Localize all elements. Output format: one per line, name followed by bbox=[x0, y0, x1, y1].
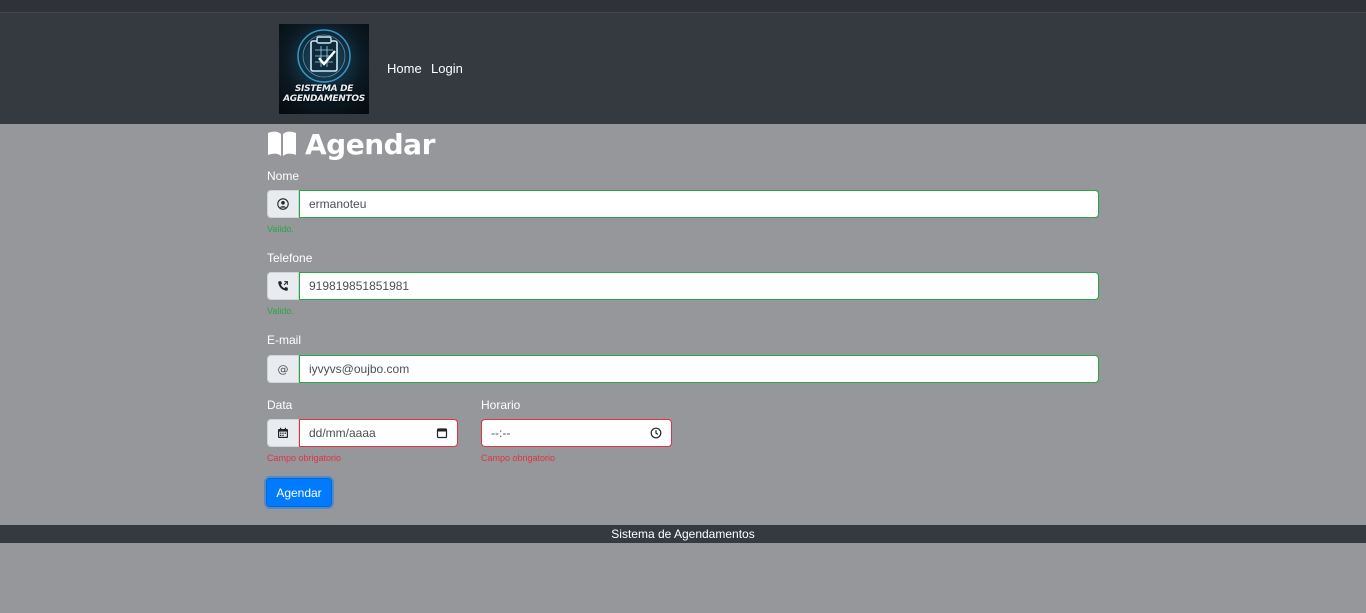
nav-link-home[interactable]: Home bbox=[387, 61, 422, 76]
data-input[interactable]: dd/mm/aaaa bbox=[299, 419, 458, 447]
horario-invalid-feedback: Campo obrigatorio bbox=[481, 453, 556, 463]
nome-label: Nome bbox=[267, 169, 300, 183]
footer-text: Sistema de Agendamentos bbox=[611, 527, 755, 541]
phone-icon bbox=[267, 272, 299, 300]
calendar-icon bbox=[267, 419, 299, 447]
navbar: SISTEMA DE AGENDAMENTOS Home Login bbox=[0, 13, 1366, 124]
logo-text-line2: AGENDAMENTOS bbox=[283, 94, 365, 104]
email-label: E-mail bbox=[267, 333, 302, 347]
horario-label: Horario bbox=[481, 398, 521, 412]
footer: Sistema de Agendamentos bbox=[0, 525, 1366, 543]
telefone-valid-feedback: Valido. bbox=[267, 306, 294, 316]
telefone-label: Telefone bbox=[267, 251, 313, 265]
horario-placeholder: --:-- bbox=[491, 426, 511, 440]
site-logo[interactable]: SISTEMA DE AGENDAMENTOS bbox=[279, 24, 369, 114]
page-title-text: Agendar bbox=[305, 127, 435, 161]
data-invalid-feedback: Campo obrigatorio bbox=[267, 453, 342, 463]
telefone-input[interactable]: 919819851851981 bbox=[299, 272, 1099, 300]
at-sign-icon: @ bbox=[267, 355, 299, 383]
data-placeholder: dd/mm/aaaa bbox=[309, 426, 376, 440]
user-circle-icon bbox=[267, 190, 299, 218]
page-title: Agendar bbox=[266, 127, 435, 161]
clock-icon[interactable] bbox=[650, 427, 662, 439]
agendar-button[interactable]: Agendar bbox=[266, 478, 332, 507]
book-open-icon bbox=[268, 131, 296, 156]
nav-link-login[interactable]: Login bbox=[431, 61, 463, 76]
nome-input[interactable]: ermanoteu bbox=[299, 190, 1099, 218]
date-picker-icon[interactable] bbox=[436, 427, 448, 439]
nome-valid-feedback: Valido. bbox=[267, 224, 294, 234]
data-label: Data bbox=[267, 398, 293, 412]
logo-text-line1: SISTEMA DE bbox=[294, 84, 354, 94]
email-input[interactable]: iyvyvs@oujbo.com bbox=[299, 355, 1099, 383]
horario-input[interactable]: --:-- bbox=[481, 419, 672, 447]
browser-top-strip bbox=[0, 0, 1366, 13]
